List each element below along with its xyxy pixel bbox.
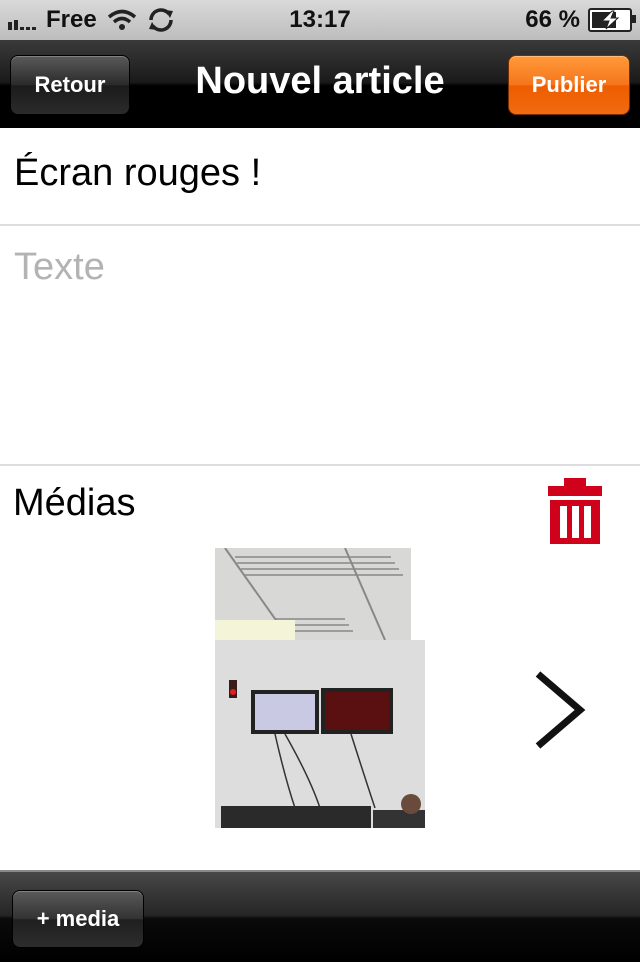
article-text-placeholder: Texte <box>14 246 105 288</box>
article-title-field[interactable]: Écran rouges ! <box>0 128 640 226</box>
media-section: Médias <box>0 466 640 870</box>
navigation-bar: Retour Nouvel article Publier <box>0 40 640 128</box>
publish-button[interactable]: Publier <box>508 55 630 115</box>
media-thumbnail[interactable] <box>215 548 425 828</box>
chevron-right-icon[interactable] <box>532 670 588 750</box>
add-media-button[interactable]: + media <box>12 890 144 948</box>
article-title-value: Écran rouges ! <box>14 152 262 194</box>
article-text-field[interactable]: Texte <box>0 226 640 466</box>
battery-charging-icon <box>588 8 636 32</box>
status-bar: Free 13:17 66 % <box>0 0 640 40</box>
bottom-toolbar: + media <box>0 870 640 962</box>
battery-percentage: 66 % <box>525 6 580 33</box>
trash-icon[interactable] <box>546 478 604 544</box>
media-label: Médias <box>13 482 136 524</box>
